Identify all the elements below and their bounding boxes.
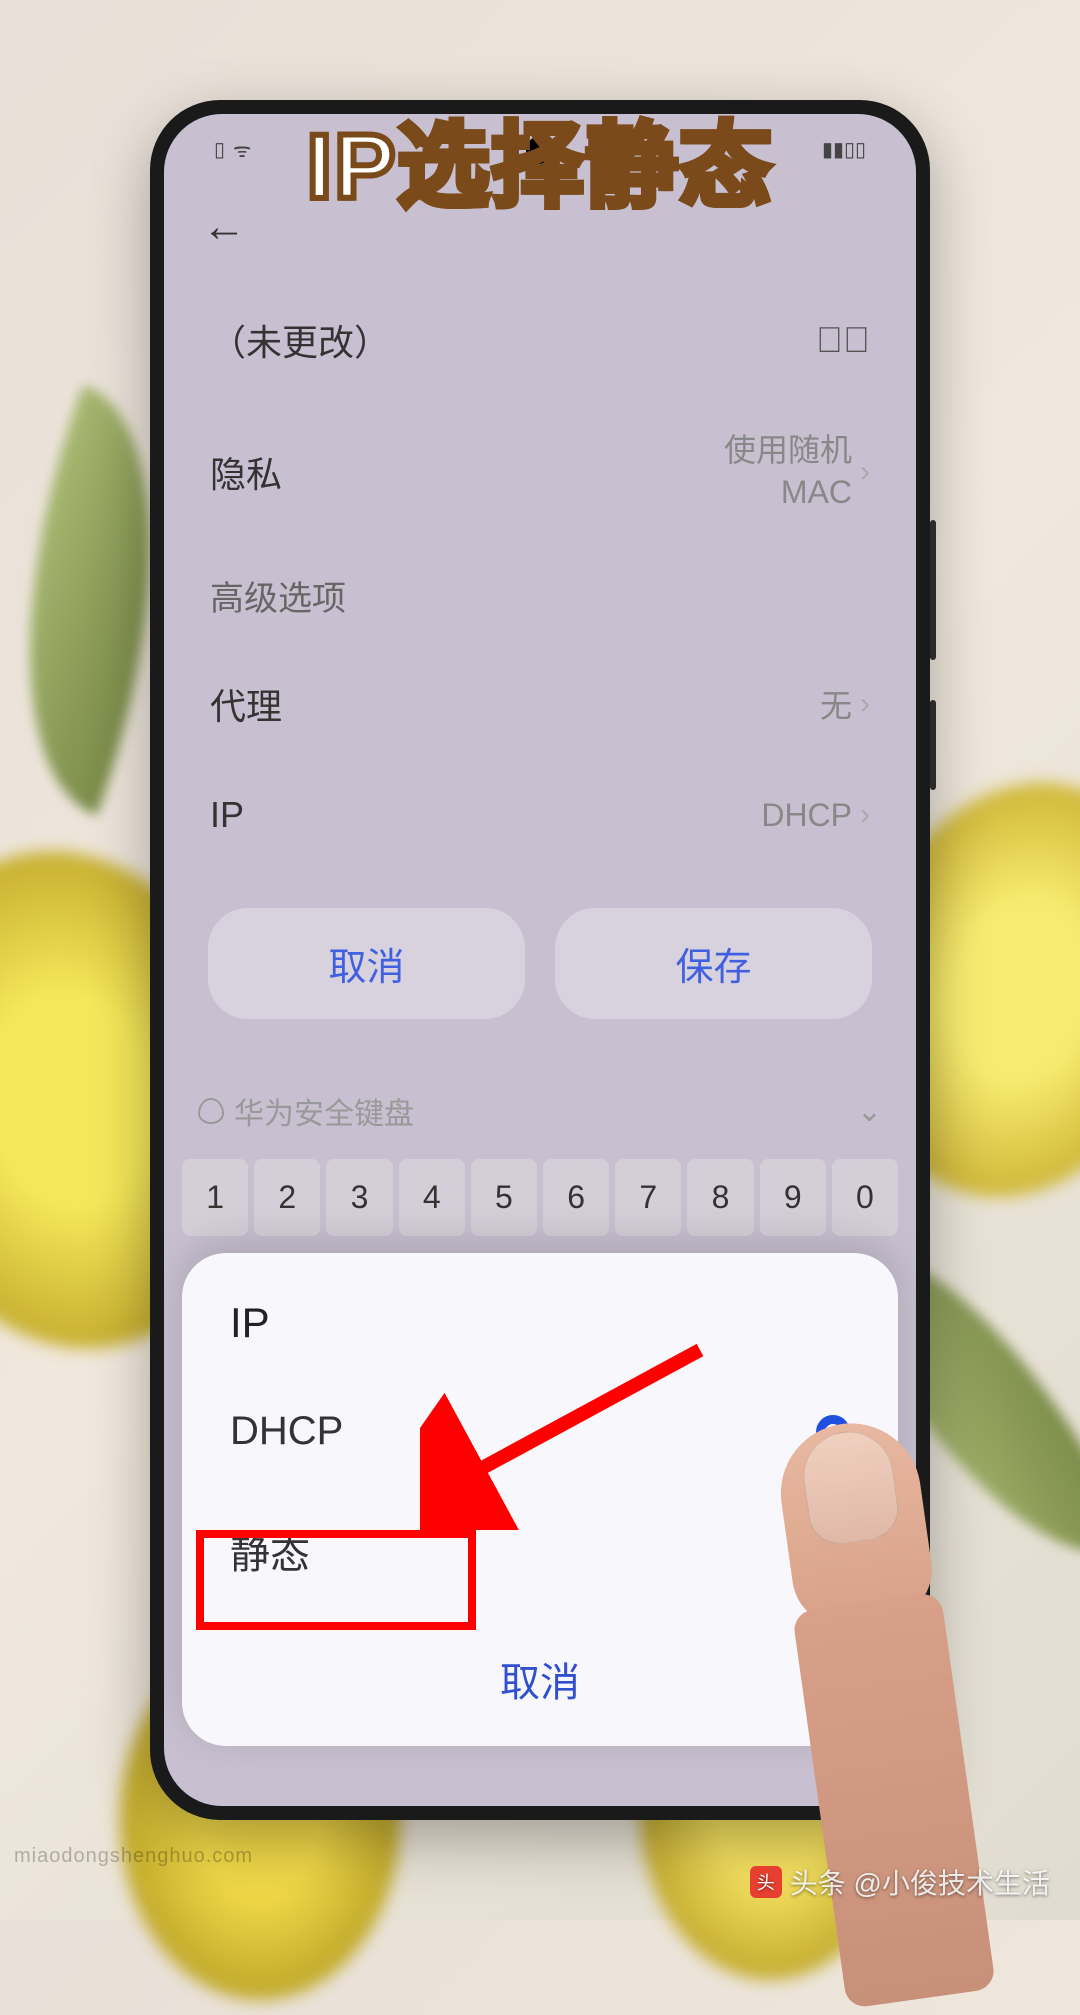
privacy-value-2: MAC [724, 472, 852, 514]
advanced-section: 高级选项 [198, 545, 882, 646]
key-3[interactable]: 3 [326, 1159, 392, 1236]
ip-label: IP [210, 794, 244, 836]
settings-panel: （未更改） 👁⃠ 隐私 使用随机 MAC › 高级选项 代理 无 › [164, 262, 916, 1069]
eye-off-icon[interactable]: 👁⃠ [816, 319, 870, 361]
key-1[interactable]: 1 [182, 1159, 248, 1236]
chevron-right-icon: › [860, 798, 870, 832]
annotation-arrow [420, 1330, 720, 1530]
ip-row[interactable]: IP DHCP › [198, 762, 882, 868]
password-row[interactable]: （未更改） 👁⃠ [198, 282, 882, 398]
keyboard-name: 华为安全键盘 [234, 1089, 414, 1133]
dhcp-label: DHCP [230, 1409, 343, 1454]
watermark-source: 头 头条 @小俊技术生活 [750, 1862, 1050, 1902]
watermark-url: miaodongshenghuo.com [14, 1845, 253, 1868]
key-6[interactable]: 6 [543, 1159, 609, 1236]
volume-button [930, 520, 936, 660]
cancel-button[interactable]: 取消 [208, 908, 525, 1019]
chevron-right-icon: › [860, 687, 870, 721]
proxy-row[interactable]: 代理 无 › [198, 646, 882, 762]
battery-icon: ▯ [214, 137, 225, 162]
password-placeholder: （未更改） [210, 314, 390, 366]
key-5[interactable]: 5 [471, 1159, 537, 1236]
ip-value: DHCP [761, 797, 852, 834]
signal-icon: ▮▮▯▯ [822, 137, 866, 162]
button-row: 取消 保存 [198, 868, 882, 1049]
privacy-row[interactable]: 隐私 使用随机 MAC › [198, 398, 882, 545]
key-0[interactable]: 0 [832, 1159, 898, 1236]
power-button [930, 700, 936, 790]
privacy-value-1: 使用随机 [724, 430, 852, 472]
key-4[interactable]: 4 [399, 1159, 465, 1236]
back-icon[interactable]: ← [202, 202, 246, 252]
key-8[interactable]: 8 [687, 1159, 753, 1236]
caption-part2: 静态 [585, 116, 773, 218]
highlight-rectangle [196, 1530, 476, 1630]
keyboard-number-row: 1 2 3 4 5 6 7 8 9 0 [164, 1153, 916, 1242]
wifi-icon: ᯤ [233, 136, 251, 163]
save-button[interactable]: 保存 [555, 908, 872, 1019]
caption-part1: IP选择 [307, 116, 586, 218]
key-2[interactable]: 2 [254, 1159, 320, 1236]
key-7[interactable]: 7 [615, 1159, 681, 1236]
toutiao-icon: 头 [750, 1866, 782, 1898]
watermark-text: 头条 @小俊技术生活 [790, 1862, 1050, 1902]
shield-icon [198, 1098, 224, 1124]
proxy-label: 代理 [210, 678, 282, 730]
privacy-label: 隐私 [210, 446, 282, 498]
keyboard-bar: 华为安全键盘 ⌄ [164, 1069, 916, 1153]
video-caption: IP选择静态 [307, 92, 774, 225]
proxy-value: 无 [820, 681, 852, 727]
chevron-right-icon: › [860, 455, 870, 489]
key-9[interactable]: 9 [760, 1159, 826, 1236]
chevron-down-icon[interactable]: ⌄ [857, 1094, 882, 1129]
